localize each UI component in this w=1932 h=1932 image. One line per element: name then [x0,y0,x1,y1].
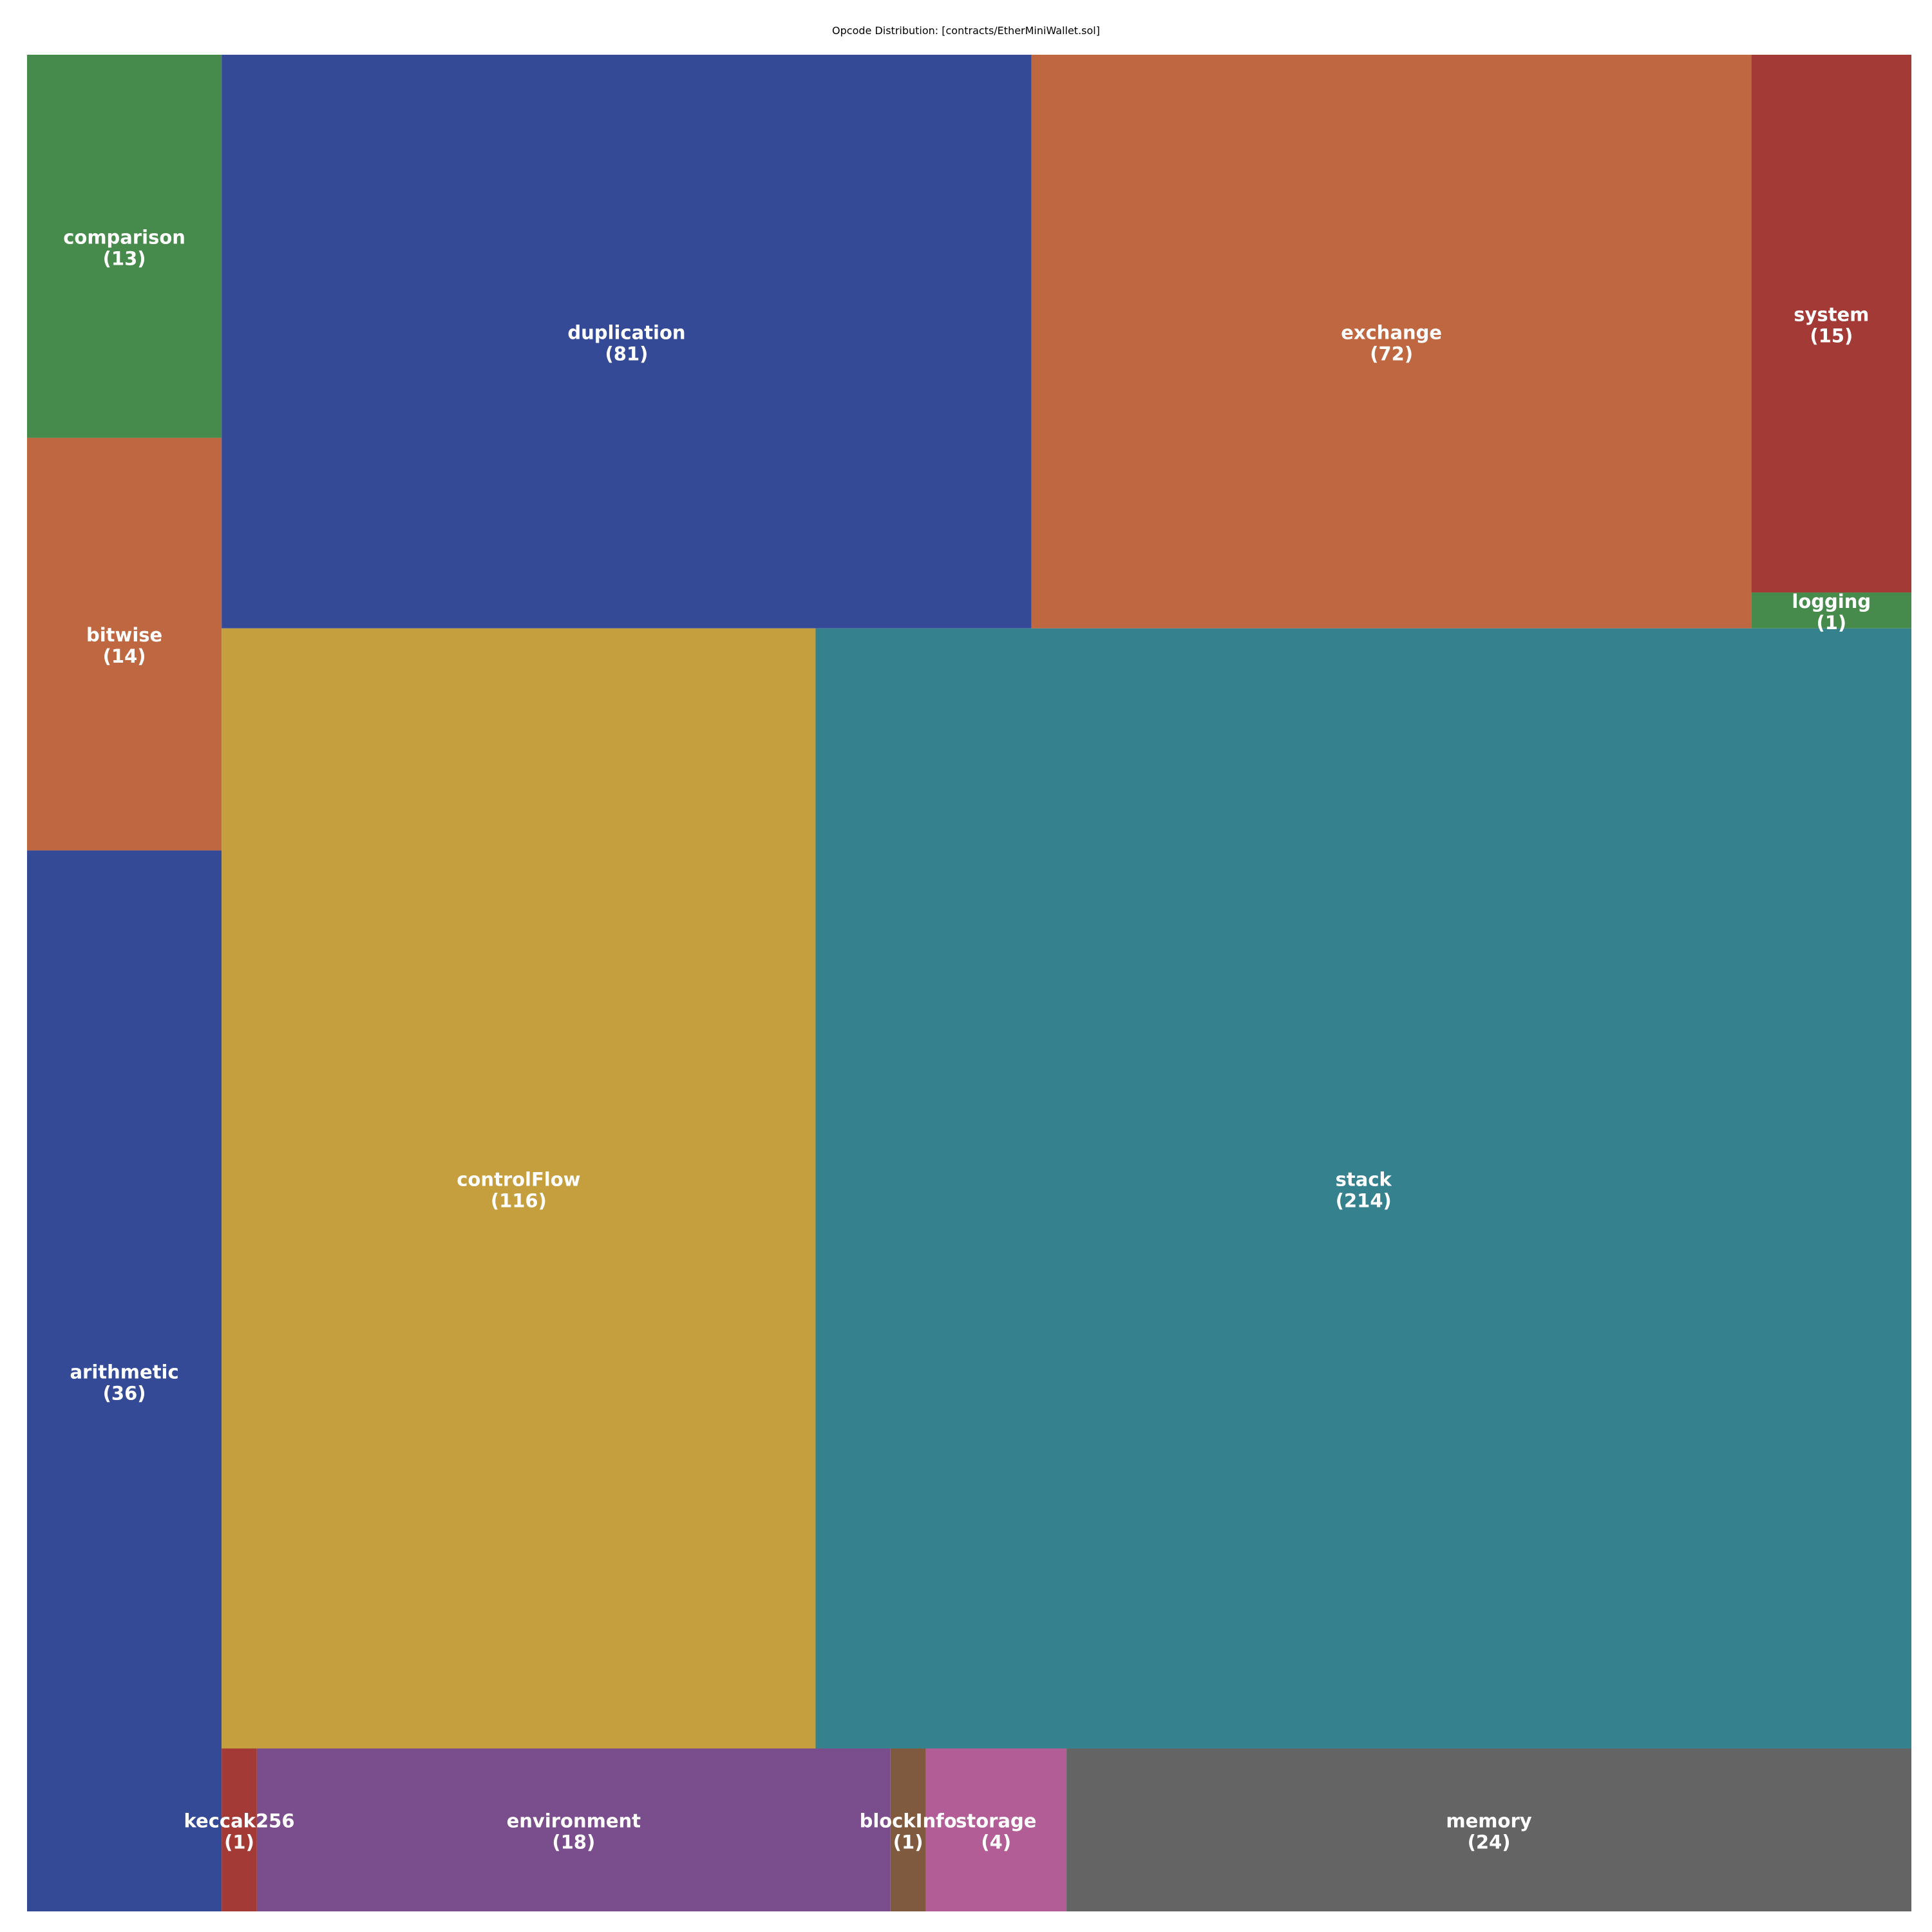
tile-label-environment: environment [507,1810,641,1832]
tile-value-memory: (24) [1468,1832,1511,1853]
tile-label-controlFlow: controlFlow [457,1168,580,1190]
treemap-chart: comparison(13) bitwise(14) arithmetic(36) d… [27,55,1911,1911]
tile-value-logging: (1) [1816,612,1846,634]
tile-value-stack: (214) [1336,1189,1392,1211]
tile-label-system: system [1794,304,1869,326]
tile-value-exchange: (72) [1370,343,1413,365]
tile-value-comparison: (13) [103,247,146,269]
tile-label-stack: stack [1336,1168,1392,1190]
tile-label-arithmetic: arithmetic [70,1361,178,1383]
tile-value-environment: (18) [552,1832,595,1853]
tile-label-exchange: exchange [1341,321,1442,343]
tile-label-logging: logging [1792,591,1871,612]
tile-label-comparison: comparison [63,226,185,248]
tile-value-controlFlow: (116) [491,1189,547,1211]
tile-value-arithmetic: (36) [103,1382,146,1404]
tile-value-bitwise: (14) [103,645,146,667]
tile-value-system: (15) [1810,325,1853,347]
tile-label-bitwise: bitwise [86,624,162,646]
tile-label-blockInfo: blockInfo [860,1810,957,1832]
tile-label-duplication: duplication [567,321,685,343]
tile-value-keccak256: (1) [224,1832,254,1853]
tile-label-storage: storage [956,1810,1036,1832]
tile-value-duplication: (81) [605,343,649,365]
tile-value-storage: (4) [981,1832,1011,1853]
tile-value-blockInfo: (1) [893,1832,923,1853]
tile-label-keccak256: keccak256 [184,1810,295,1832]
tile-label-memory: memory [1446,1810,1531,1832]
